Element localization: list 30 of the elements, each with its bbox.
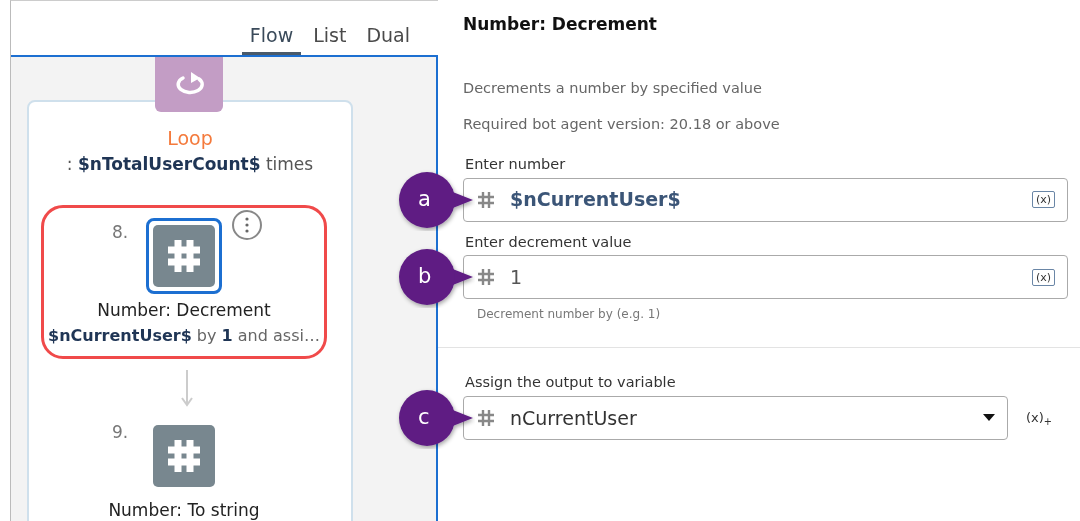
step-title: Number: To string [107,499,261,521]
action-description: Decrements a number by specified value [463,79,763,99]
input-field[interactable]: 1 (x) [463,255,1068,300]
view-tab[interactable]: Dual [358,1,418,55]
field-label: Enter decrement value [465,232,633,252]
loop-description: : $nTotalUserCount$ times [65,153,315,176]
input-field[interactable]: $nCurrentUser$ (x) [463,177,1068,222]
step-action-icon[interactable] [146,218,222,294]
step-number: 8. [112,221,129,244]
loop-title: Loop [166,126,214,151]
step-title: Number: Decrement [96,299,272,322]
step-description: $nCurrentUser$ by 1 and assi… [47,324,321,347]
caret-icon [983,414,995,423]
loop-action-icon[interactable] [155,57,223,112]
add-variable-button[interactable]: (x)$_{+}$ [1026,408,1052,428]
connector-arrow [181,367,193,408]
number-type-icon [476,267,496,288]
field-label: Enter number [465,154,567,174]
number-type-icon [476,189,496,210]
insert-variable-button[interactable]: (x) [1031,268,1055,286]
field-hint: Decrement number by (e.g. 1) [477,306,662,324]
view-tab[interactable]: List [305,1,355,55]
panel-title: Number: Decrement [463,14,658,35]
more-options-icon[interactable] [232,210,262,240]
step-number: 9. [112,421,129,444]
field-label: Assign the output to variable [465,373,677,393]
insert-variable-button[interactable]: (x) [1031,191,1055,209]
version-note: Required bot agent version: 20.18 or above [463,115,781,135]
variable-dropdown[interactable]: nCurrentUser [463,396,1008,441]
number-type-icon [476,408,496,429]
